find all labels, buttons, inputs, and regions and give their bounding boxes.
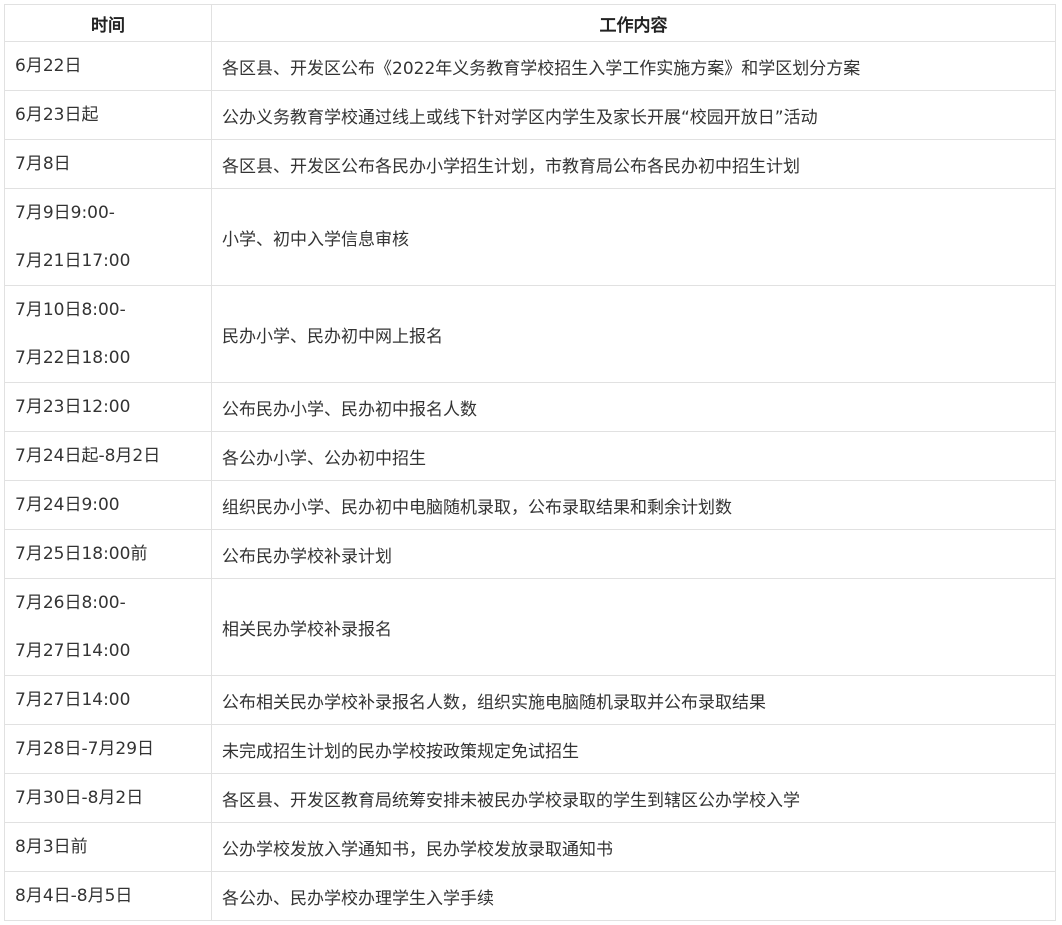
table-row: 6月23日起 公办义务教育学校通过线上或线下针对学区内学生及家长开展“校园开放日”…: [4, 90, 1056, 140]
work-content-cell: 公布民办小学、民办初中报名人数: [211, 382, 1056, 432]
work-content-cell: 公布民办学校补录计划: [211, 529, 1056, 579]
time-cell: 7月26日8:00- 7月27日14:00: [4, 578, 212, 676]
header-work: 工作内容: [211, 4, 1056, 42]
time-text: 7月10日8:00-: [15, 300, 126, 320]
time-cell: 7月24日起-8月2日: [4, 431, 212, 481]
table-row: 8月3日前 公办学校发放入学通知书，民办学校发放录取通知书: [4, 822, 1056, 872]
enrollment-schedule-table: 时间 工作内容 6月22日 各区县、开发区公布《2022年义务教育学校招生入学工作…: [4, 4, 1056, 921]
work-content-cell: 小学、初中入学信息审核: [211, 188, 1056, 286]
time-cell: 7月9日9:00- 7月21日17:00: [4, 188, 212, 286]
time-cell: 7月10日8:00- 7月22日18:00: [4, 285, 212, 383]
time-text: 6月22日: [15, 56, 82, 76]
time-text: 7月23日12:00: [15, 397, 131, 417]
time-text: 7月9日9:00-: [15, 203, 115, 223]
time-cell: 7月30日-8月2日: [4, 773, 212, 823]
time-text: 7月24日起-8月2日: [15, 446, 161, 466]
time-cell: 8月4日-8月5日: [4, 871, 212, 921]
work-content-cell: 各公办小学、公办初中招生: [211, 431, 1056, 481]
time-text: 6月23日起: [15, 105, 99, 125]
work-content-cell: 民办小学、民办初中网上报名: [211, 285, 1056, 383]
table-row: 7月28日-7月29日 未完成招生计划的民办学校按政策规定免试招生: [4, 724, 1056, 774]
table-row: 7月30日-8月2日 各区县、开发区教育局统筹安排未被民办学校录取的学生到辖区公办…: [4, 773, 1056, 823]
work-content-cell: 公办义务教育学校通过线上或线下针对学区内学生及家长开展“校园开放日”活动: [211, 90, 1056, 140]
work-content-cell: 各区县、开发区教育局统筹安排未被民办学校录取的学生到辖区公办学校入学: [211, 773, 1056, 823]
work-content-cell: 各区县、开发区公布《2022年义务教育学校招生入学工作实施方案》和学区划分方案: [211, 41, 1056, 91]
time-cell: 7月8日: [4, 139, 212, 189]
table-row: 7月10日8:00- 7月22日18:00 民办小学、民办初中网上报名: [4, 285, 1056, 383]
work-content-cell: 各区县、开发区公布各民办小学招生计划，市教育局公布各民办初中招生计划: [211, 139, 1056, 189]
work-content-cell: 公布相关民办学校补录报名人数，组织实施电脑随机录取并公布录取结果: [211, 675, 1056, 725]
work-content-cell: 相关民办学校补录报名: [211, 578, 1056, 676]
time-cell: 7月28日-7月29日: [4, 724, 212, 774]
time-cell: 7月27日14:00: [4, 675, 212, 725]
time-cell: 8月3日前: [4, 822, 212, 872]
table-row: 7月24日9:00 组织民办小学、民办初中电脑随机录取，公布录取结果和剩余计划数: [4, 480, 1056, 530]
work-content-cell: 各公办、民办学校办理学生入学手续: [211, 871, 1056, 921]
table-row: 7月9日9:00- 7月21日17:00 小学、初中入学信息审核: [4, 188, 1056, 286]
table-row: 7月25日18:00前 公布民办学校补录计划: [4, 529, 1056, 579]
table-row: 7月24日起-8月2日 各公办小学、公办初中招生: [4, 431, 1056, 481]
time-cell: 7月24日9:00: [4, 480, 212, 530]
work-content-cell: 未完成招生计划的民办学校按政策规定免试招生: [211, 724, 1056, 774]
time-text: 7月27日14:00: [15, 690, 131, 710]
time-text: 8月3日前: [15, 837, 88, 857]
table-body: 6月22日 各区县、开发区公布《2022年义务教育学校招生入学工作实施方案》和学区…: [4, 41, 1056, 921]
time-text: 7月26日8:00-: [15, 593, 126, 613]
time-cell: 7月25日18:00前: [4, 529, 212, 579]
time-text: 7月21日17:00: [15, 251, 131, 271]
table-row: 7月26日8:00- 7月27日14:00 相关民办学校补录报名: [4, 578, 1056, 676]
time-text: 7月8日: [15, 154, 71, 174]
time-cell: 7月23日12:00: [4, 382, 212, 432]
time-text: 8月4日-8月5日: [15, 886, 133, 906]
time-cell: 6月23日起: [4, 90, 212, 140]
work-content-cell: 组织民办小学、民办初中电脑随机录取，公布录取结果和剩余计划数: [211, 480, 1056, 530]
time-text: 7月24日9:00: [15, 495, 120, 515]
time-text: 7月28日-7月29日: [15, 739, 155, 759]
time-cell: 6月22日: [4, 41, 212, 91]
time-text: 7月22日18:00: [15, 348, 131, 368]
table-row: 7月27日14:00 公布相关民办学校补录报名人数，组织实施电脑随机录取并公布录取…: [4, 675, 1056, 725]
table-row: 7月23日12:00 公布民办小学、民办初中报名人数: [4, 382, 1056, 432]
time-text: 7月25日18:00前: [15, 544, 148, 564]
time-text: 7月30日-8月2日: [15, 788, 144, 808]
table-row: 7月8日 各区县、开发区公布各民办小学招生计划，市教育局公布各民办初中招生计划: [4, 139, 1056, 189]
table-row: 8月4日-8月5日 各公办、民办学校办理学生入学手续: [4, 871, 1056, 921]
time-text: 7月27日14:00: [15, 641, 131, 661]
header-time: 时间: [4, 4, 212, 42]
table-row: 6月22日 各区县、开发区公布《2022年义务教育学校招生入学工作实施方案》和学区…: [4, 41, 1056, 91]
work-content-cell: 公办学校发放入学通知书，民办学校发放录取通知书: [211, 822, 1056, 872]
table-header-row: 时间 工作内容: [4, 4, 1056, 42]
